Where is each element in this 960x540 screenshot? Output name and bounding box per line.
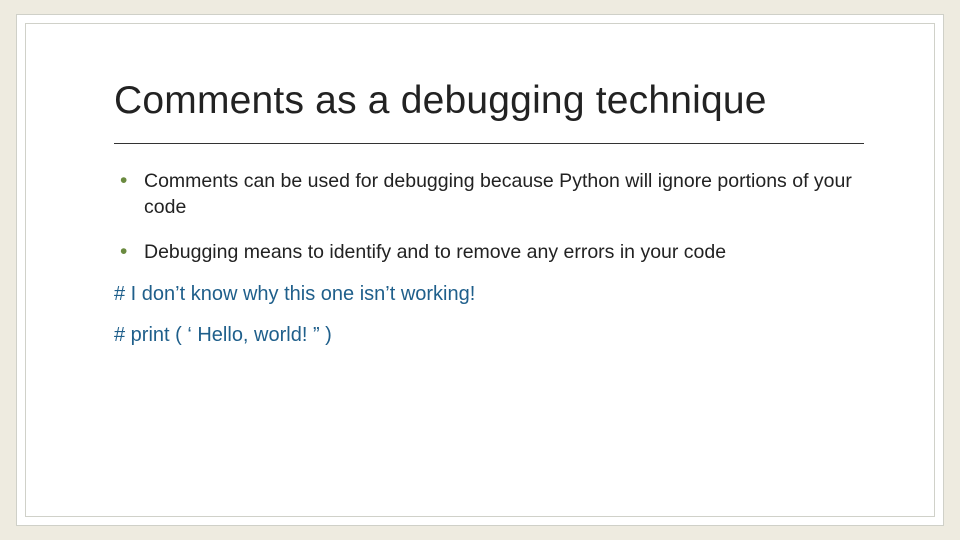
list-item: Comments can be used for debugging becau… (114, 168, 864, 221)
slide-inner-frame: Comments as a debugging technique Commen… (25, 23, 935, 517)
code-comment-line: # I don’t know why this one isn’t workin… (114, 283, 864, 306)
slide-outer-frame: Comments as a debugging technique Commen… (16, 14, 944, 526)
slide-title: Comments as a debugging technique (114, 79, 864, 123)
title-underline (114, 143, 864, 144)
bullet-list: Comments can be used for debugging becau… (114, 168, 864, 265)
code-comment-line: # print ( ‘ Hello, world! ” ) (114, 324, 864, 347)
list-item: Debugging means to identify and to remov… (114, 239, 864, 265)
